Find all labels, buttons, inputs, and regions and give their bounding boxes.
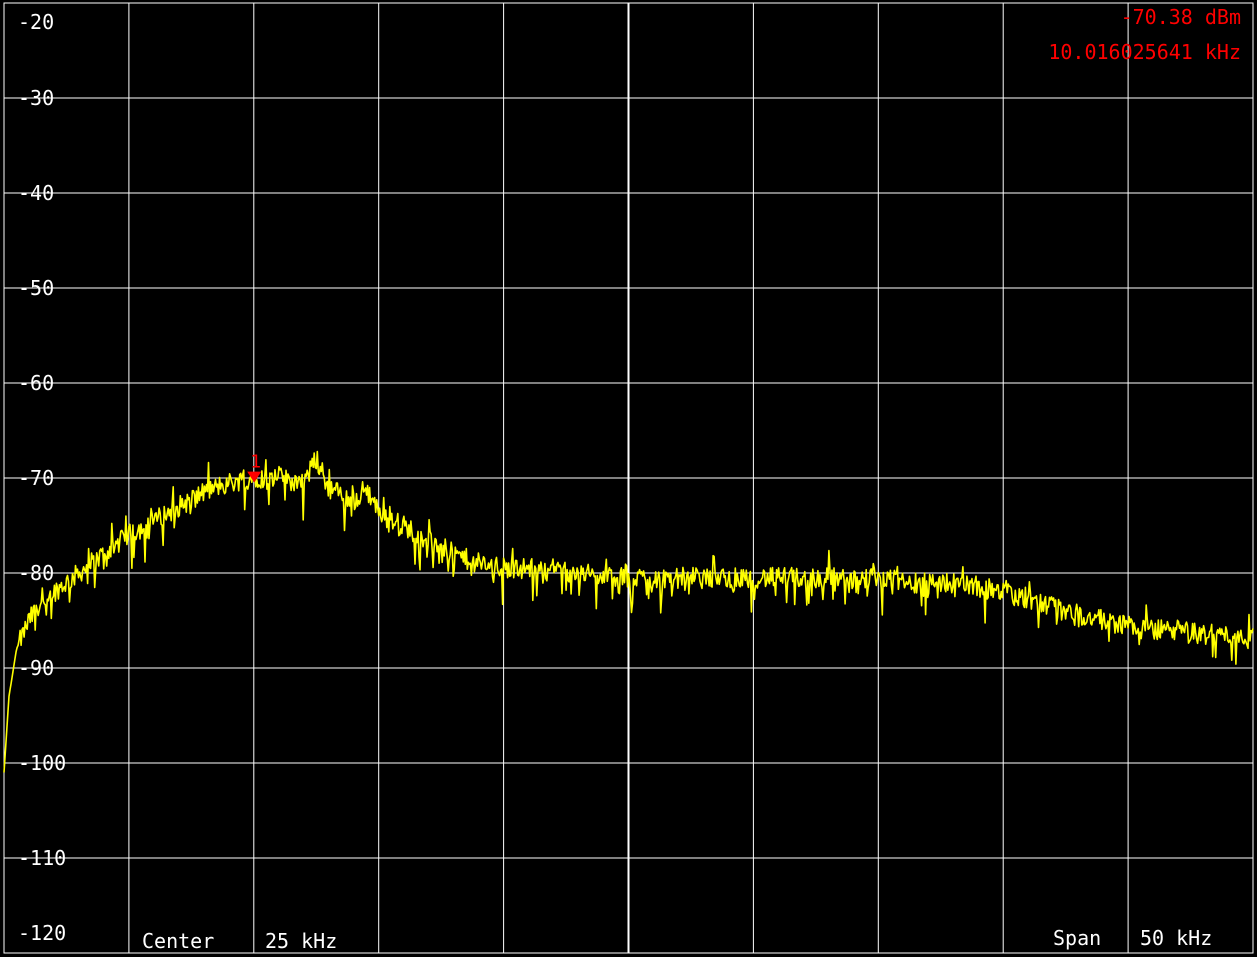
spectrum-analyzer-display: -20 -30 -40 -50 -60 -70 -80 -90 -100 -110 -120 1 -… <box>0 0 1257 957</box>
y-tick-label: -60 <box>18 371 54 395</box>
y-tick-label: -90 <box>18 656 54 680</box>
y-tick-label: -50 <box>18 276 54 300</box>
center-label: Center <box>142 929 214 953</box>
y-tick-label: -100 <box>18 751 66 775</box>
marker-1-label: 1 <box>250 452 261 473</box>
y-tick-label: -80 <box>18 561 54 585</box>
y-tick-label: -120 <box>18 921 66 945</box>
y-tick-label: -40 <box>18 181 54 205</box>
span-value: 50 kHz <box>1140 926 1212 950</box>
marker-frequency-readout: 10.016025641 kHz <box>1048 40 1241 64</box>
y-tick-label: -20 <box>18 10 54 34</box>
span-label: Span <box>1053 926 1101 950</box>
marker-level-readout: -70.38 dBm <box>1121 5 1241 29</box>
y-tick-label: -30 <box>18 86 54 110</box>
y-tick-label: -110 <box>18 846 66 870</box>
spectrum-plot: -20 -30 -40 -50 -60 -70 -80 -90 -100 -110 -120 1 -… <box>0 0 1257 957</box>
y-tick-label: -70 <box>18 466 54 490</box>
center-value: 25 kHz <box>265 929 337 953</box>
